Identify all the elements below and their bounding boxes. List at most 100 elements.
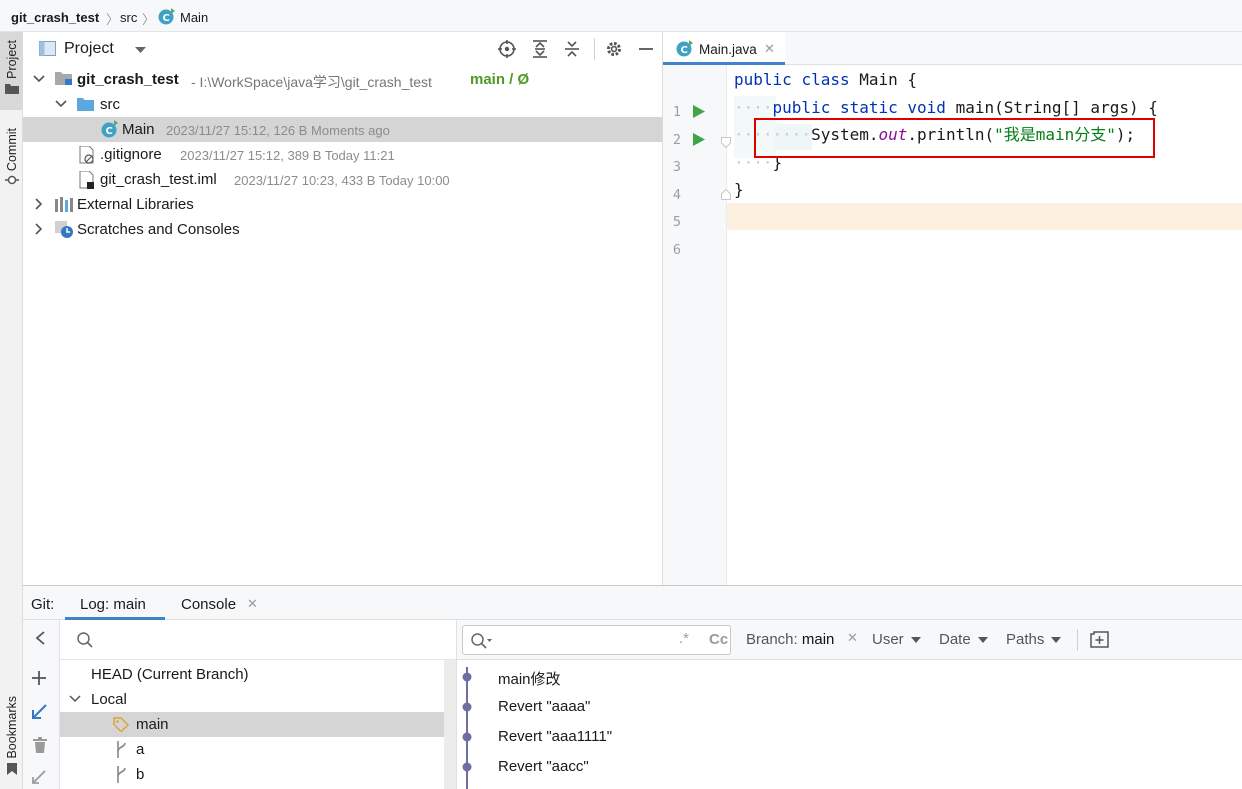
- java-class-icon: C: [158, 8, 175, 25]
- commit-tool-tab[interactable]: Commit: [0, 128, 23, 200]
- gitignore-file-name: .gitignore: [100, 146, 162, 163]
- delete-icon[interactable]: [33, 737, 47, 753]
- tree-node-gitignore[interactable]: .gitignore 2023/11/27 15:12, 389 B Today…: [23, 142, 662, 167]
- code-line-5[interactable]: }: [734, 180, 744, 200]
- branches-panel: HEAD (Current Branch) Local main a b: [60, 620, 456, 789]
- regex-icon[interactable]: .*: [679, 630, 689, 647]
- clear-filter-icon[interactable]: ✕: [847, 630, 858, 646]
- commit-icon: [4, 175, 19, 185]
- branch-item-a[interactable]: a: [60, 737, 444, 762]
- filter-user[interactable]: User: [872, 631, 921, 648]
- chevron-down-icon[interactable]: [69, 693, 81, 705]
- toolbar-divider: [594, 38, 595, 60]
- iml-file-meta: 2023/11/27 10:23, 433 B Today 10:00: [234, 173, 450, 188]
- main-file-meta: 2023/11/27 15:12, 126 B Moments ago: [166, 123, 390, 138]
- compare-icon[interactable]: [31, 769, 47, 785]
- line-number: 4: [672, 187, 681, 203]
- close-tab-icon[interactable]: ✕: [247, 596, 258, 612]
- new-tab-icon[interactable]: [1090, 631, 1109, 648]
- git-tab-bar: Git: Log: main Console ✕: [23, 586, 1242, 620]
- editor-gutter: 1 2 3 4 5 6: [663, 65, 731, 585]
- scratches-icon: [55, 221, 75, 239]
- tree-node-main[interactable]: C Main 2023/11/27 15:12, 126 B Moments a…: [23, 117, 662, 142]
- view-dropdown-icon[interactable]: [135, 47, 146, 54]
- run-icon[interactable]: [693, 105, 705, 118]
- breadcrumb-separator: 〉: [142, 12, 156, 27]
- tree-node-scratches[interactable]: Scratches and Consoles: [23, 217, 662, 242]
- tree-node-project-root[interactable]: git_crash_test - I:\WorkSpace\java学习\git…: [23, 67, 662, 92]
- folder-icon: [4, 83, 19, 94]
- project-tool-tab[interactable]: Project: [0, 32, 23, 110]
- gear-icon[interactable]: [605, 40, 623, 58]
- branch-search-field[interactable]: [60, 620, 456, 660]
- branches-scrollbar[interactable]: [444, 660, 456, 789]
- annotation-highlight-box: [754, 118, 1155, 158]
- log-filter-bar: .* Cc Branch: main ✕ User Date Paths: [457, 620, 1242, 660]
- line-number: 5: [672, 214, 681, 230]
- commit-row[interactable]: main修改: [498, 668, 561, 689]
- filter-branch[interactable]: Branch: main: [746, 631, 834, 648]
- line-number: 1: [672, 104, 681, 120]
- ignored-file-icon: [79, 146, 95, 164]
- search-icon: [471, 633, 493, 649]
- run-icon[interactable]: [693, 133, 705, 146]
- code-line-2[interactable]: ····public static void main(String[] arg…: [734, 98, 1158, 118]
- commit-node: [462, 672, 472, 682]
- code-line-1[interactable]: public class Main {: [734, 70, 917, 90]
- branch-head-item[interactable]: HEAD (Current Branch): [60, 662, 444, 687]
- commit-node: [462, 702, 472, 712]
- breadcrumb: git_crash_test 〉 src 〉 C Main: [0, 0, 1242, 32]
- module-folder-icon: [55, 71, 73, 86]
- breadcrumb-separator: 〉: [106, 12, 120, 27]
- branch-item-b[interactable]: b: [60, 762, 444, 787]
- module-file-icon: [79, 171, 95, 189]
- git-side-toolbar: [23, 620, 60, 789]
- java-class-icon: C: [676, 40, 693, 57]
- tab-log-main[interactable]: Log: main: [65, 586, 165, 620]
- commit-search-input[interactable]: .* Cc: [462, 625, 731, 655]
- chevron-down-icon[interactable]: [33, 73, 45, 85]
- match-case-icon[interactable]: Cc: [709, 631, 728, 648]
- scratches-label: Scratches and Consoles: [77, 221, 240, 238]
- breadcrumb-project[interactable]: git_crash_test: [11, 10, 99, 25]
- tree-node-iml[interactable]: git_crash_test.iml 2023/11/27 10:23, 433…: [23, 167, 662, 192]
- chevron-right-icon[interactable]: [33, 198, 45, 210]
- project-view-title[interactable]: Project: [64, 40, 114, 58]
- expand-all-icon[interactable]: [531, 40, 549, 58]
- chevron-left-icon[interactable]: [34, 631, 46, 645]
- editor-tab-main-java[interactable]: C Main.java ✕: [663, 32, 785, 65]
- line-number: 3: [672, 159, 681, 175]
- commit-row[interactable]: Revert "aacc": [498, 758, 589, 775]
- project-view-icon: [39, 41, 56, 56]
- git-branch-indicator: main / Ø: [470, 71, 530, 88]
- chevron-right-icon[interactable]: [33, 223, 45, 235]
- update-icon[interactable]: [32, 704, 47, 719]
- bookmarks-tool-tab[interactable]: Bookmarks: [0, 696, 23, 789]
- filter-paths[interactable]: Paths: [1006, 631, 1062, 648]
- chevron-down-icon[interactable]: [55, 98, 67, 110]
- source-folder-icon: [77, 97, 95, 111]
- commit-row[interactable]: Revert "aaaa": [498, 698, 590, 715]
- locate-icon[interactable]: [498, 40, 516, 58]
- tree-node-external-libraries[interactable]: External Libraries: [23, 192, 662, 217]
- external-libraries-label: External Libraries: [77, 196, 194, 213]
- hide-panel-icon[interactable]: [637, 40, 655, 58]
- project-panel-header: Project: [23, 32, 663, 66]
- project-root-name: git_crash_test: [77, 71, 179, 88]
- fold-icon[interactable]: [721, 137, 731, 148]
- line-number: 2: [672, 132, 681, 148]
- filter-date[interactable]: Date: [939, 631, 988, 648]
- add-icon[interactable]: [32, 671, 46, 685]
- branch-group-local[interactable]: Local: [60, 687, 444, 712]
- commit-row[interactable]: Revert "aaa1111": [498, 728, 612, 745]
- tab-console[interactable]: Console: [181, 596, 236, 613]
- fold-icon[interactable]: [721, 189, 731, 200]
- close-tab-icon[interactable]: ✕: [764, 41, 775, 57]
- breadcrumb-folder[interactable]: src: [120, 10, 137, 25]
- tree-node-src[interactable]: src: [23, 92, 662, 117]
- gitignore-file-meta: 2023/11/27 15:12, 389 B Today 11:21: [180, 148, 395, 163]
- git-tool-window: Git: Log: main Console ✕ HEAD (Current B…: [23, 585, 1242, 789]
- branch-item-main[interactable]: main: [60, 712, 444, 737]
- breadcrumb-file[interactable]: Main: [180, 10, 208, 25]
- collapse-all-icon[interactable]: [563, 40, 581, 58]
